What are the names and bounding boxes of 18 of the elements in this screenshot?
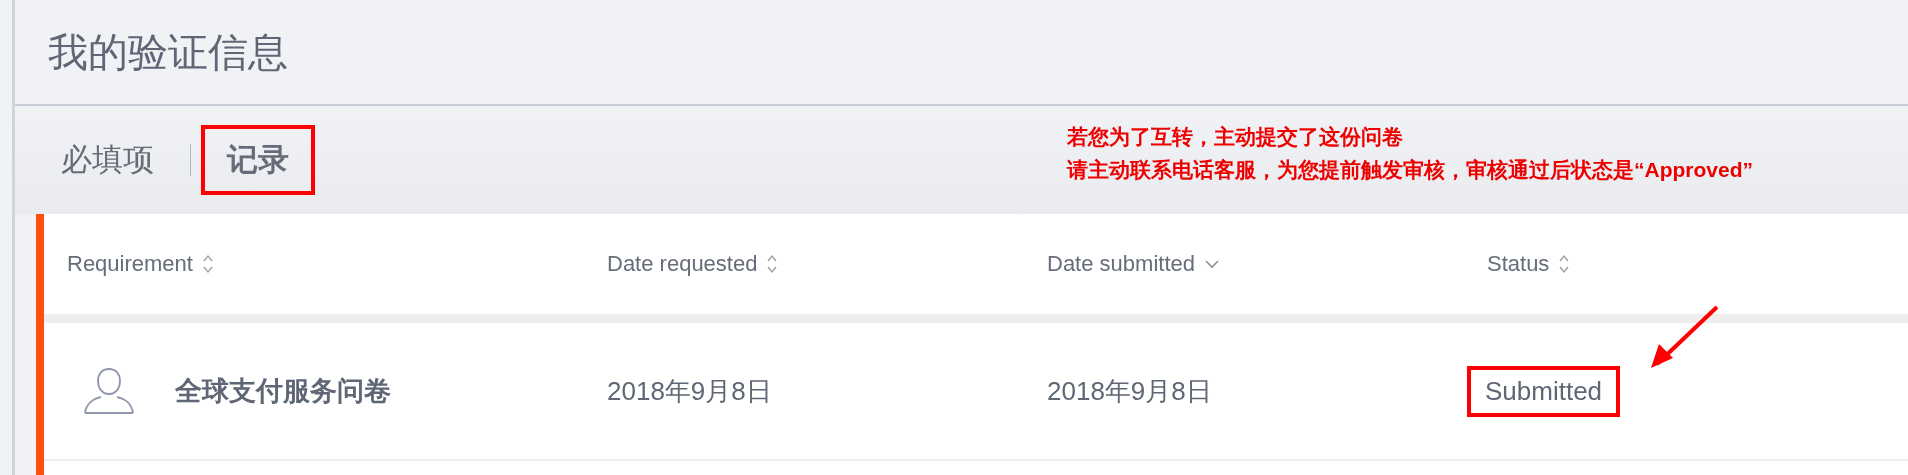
- column-label: Date requested: [607, 251, 758, 277]
- status-text: Submitted: [1467, 365, 1621, 417]
- tab[interactable]: 必填项: [35, 125, 180, 195]
- date-requested: 2018年9月8日: [607, 374, 773, 408]
- user-icon: [83, 367, 135, 415]
- column-label: Requirement: [67, 251, 193, 277]
- column-header[interactable]: Date submitted: [1047, 251, 1487, 277]
- column-header[interactable]: Requirement: [67, 251, 607, 277]
- page-title: 我的验证信息: [48, 28, 288, 76]
- column-header[interactable]: Status: [1487, 251, 1908, 277]
- column-label: Date submitted: [1047, 251, 1195, 277]
- tab[interactable]: 记录: [201, 125, 315, 195]
- column-header[interactable]: Date requested: [607, 251, 1047, 277]
- annotation-note: 若您为了互转，主动提交了这份问卷 请主动联系电话客服，为您提前触发审核，审核通过后状态是“Approved”: [1067, 124, 1753, 183]
- date-submitted: 2018年9月8日: [1047, 374, 1213, 408]
- annotation-arrow: [1649, 303, 1721, 370]
- column-label: Status: [1487, 251, 1550, 277]
- requirement-name: 全球支付服务问卷: [175, 375, 391, 408]
